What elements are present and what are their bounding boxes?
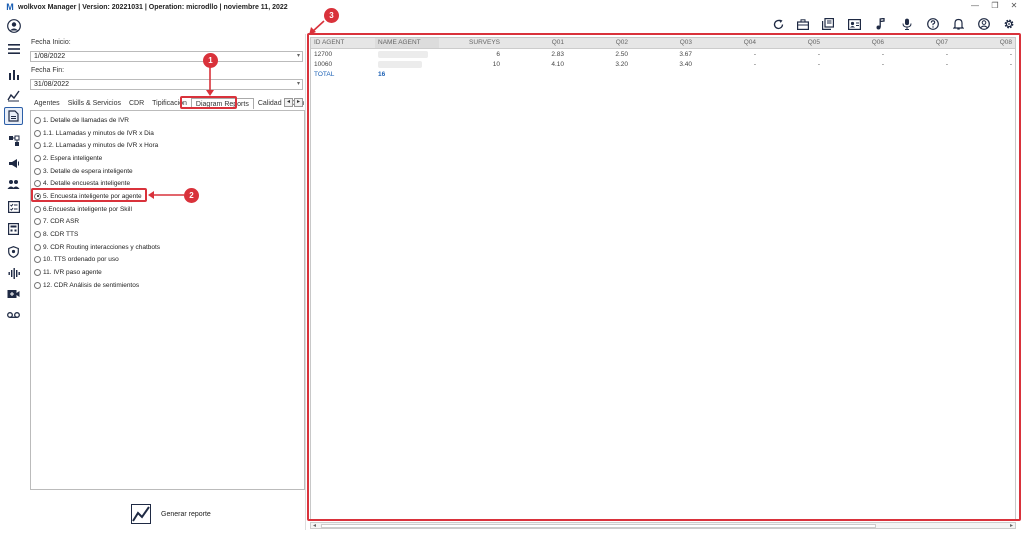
annotation-badge: 3 — [324, 8, 339, 23]
annotation-arrows — [148, 20, 325, 199]
annotation-badge: 2 — [184, 188, 199, 203]
annotation-badge: 1 — [203, 53, 218, 68]
